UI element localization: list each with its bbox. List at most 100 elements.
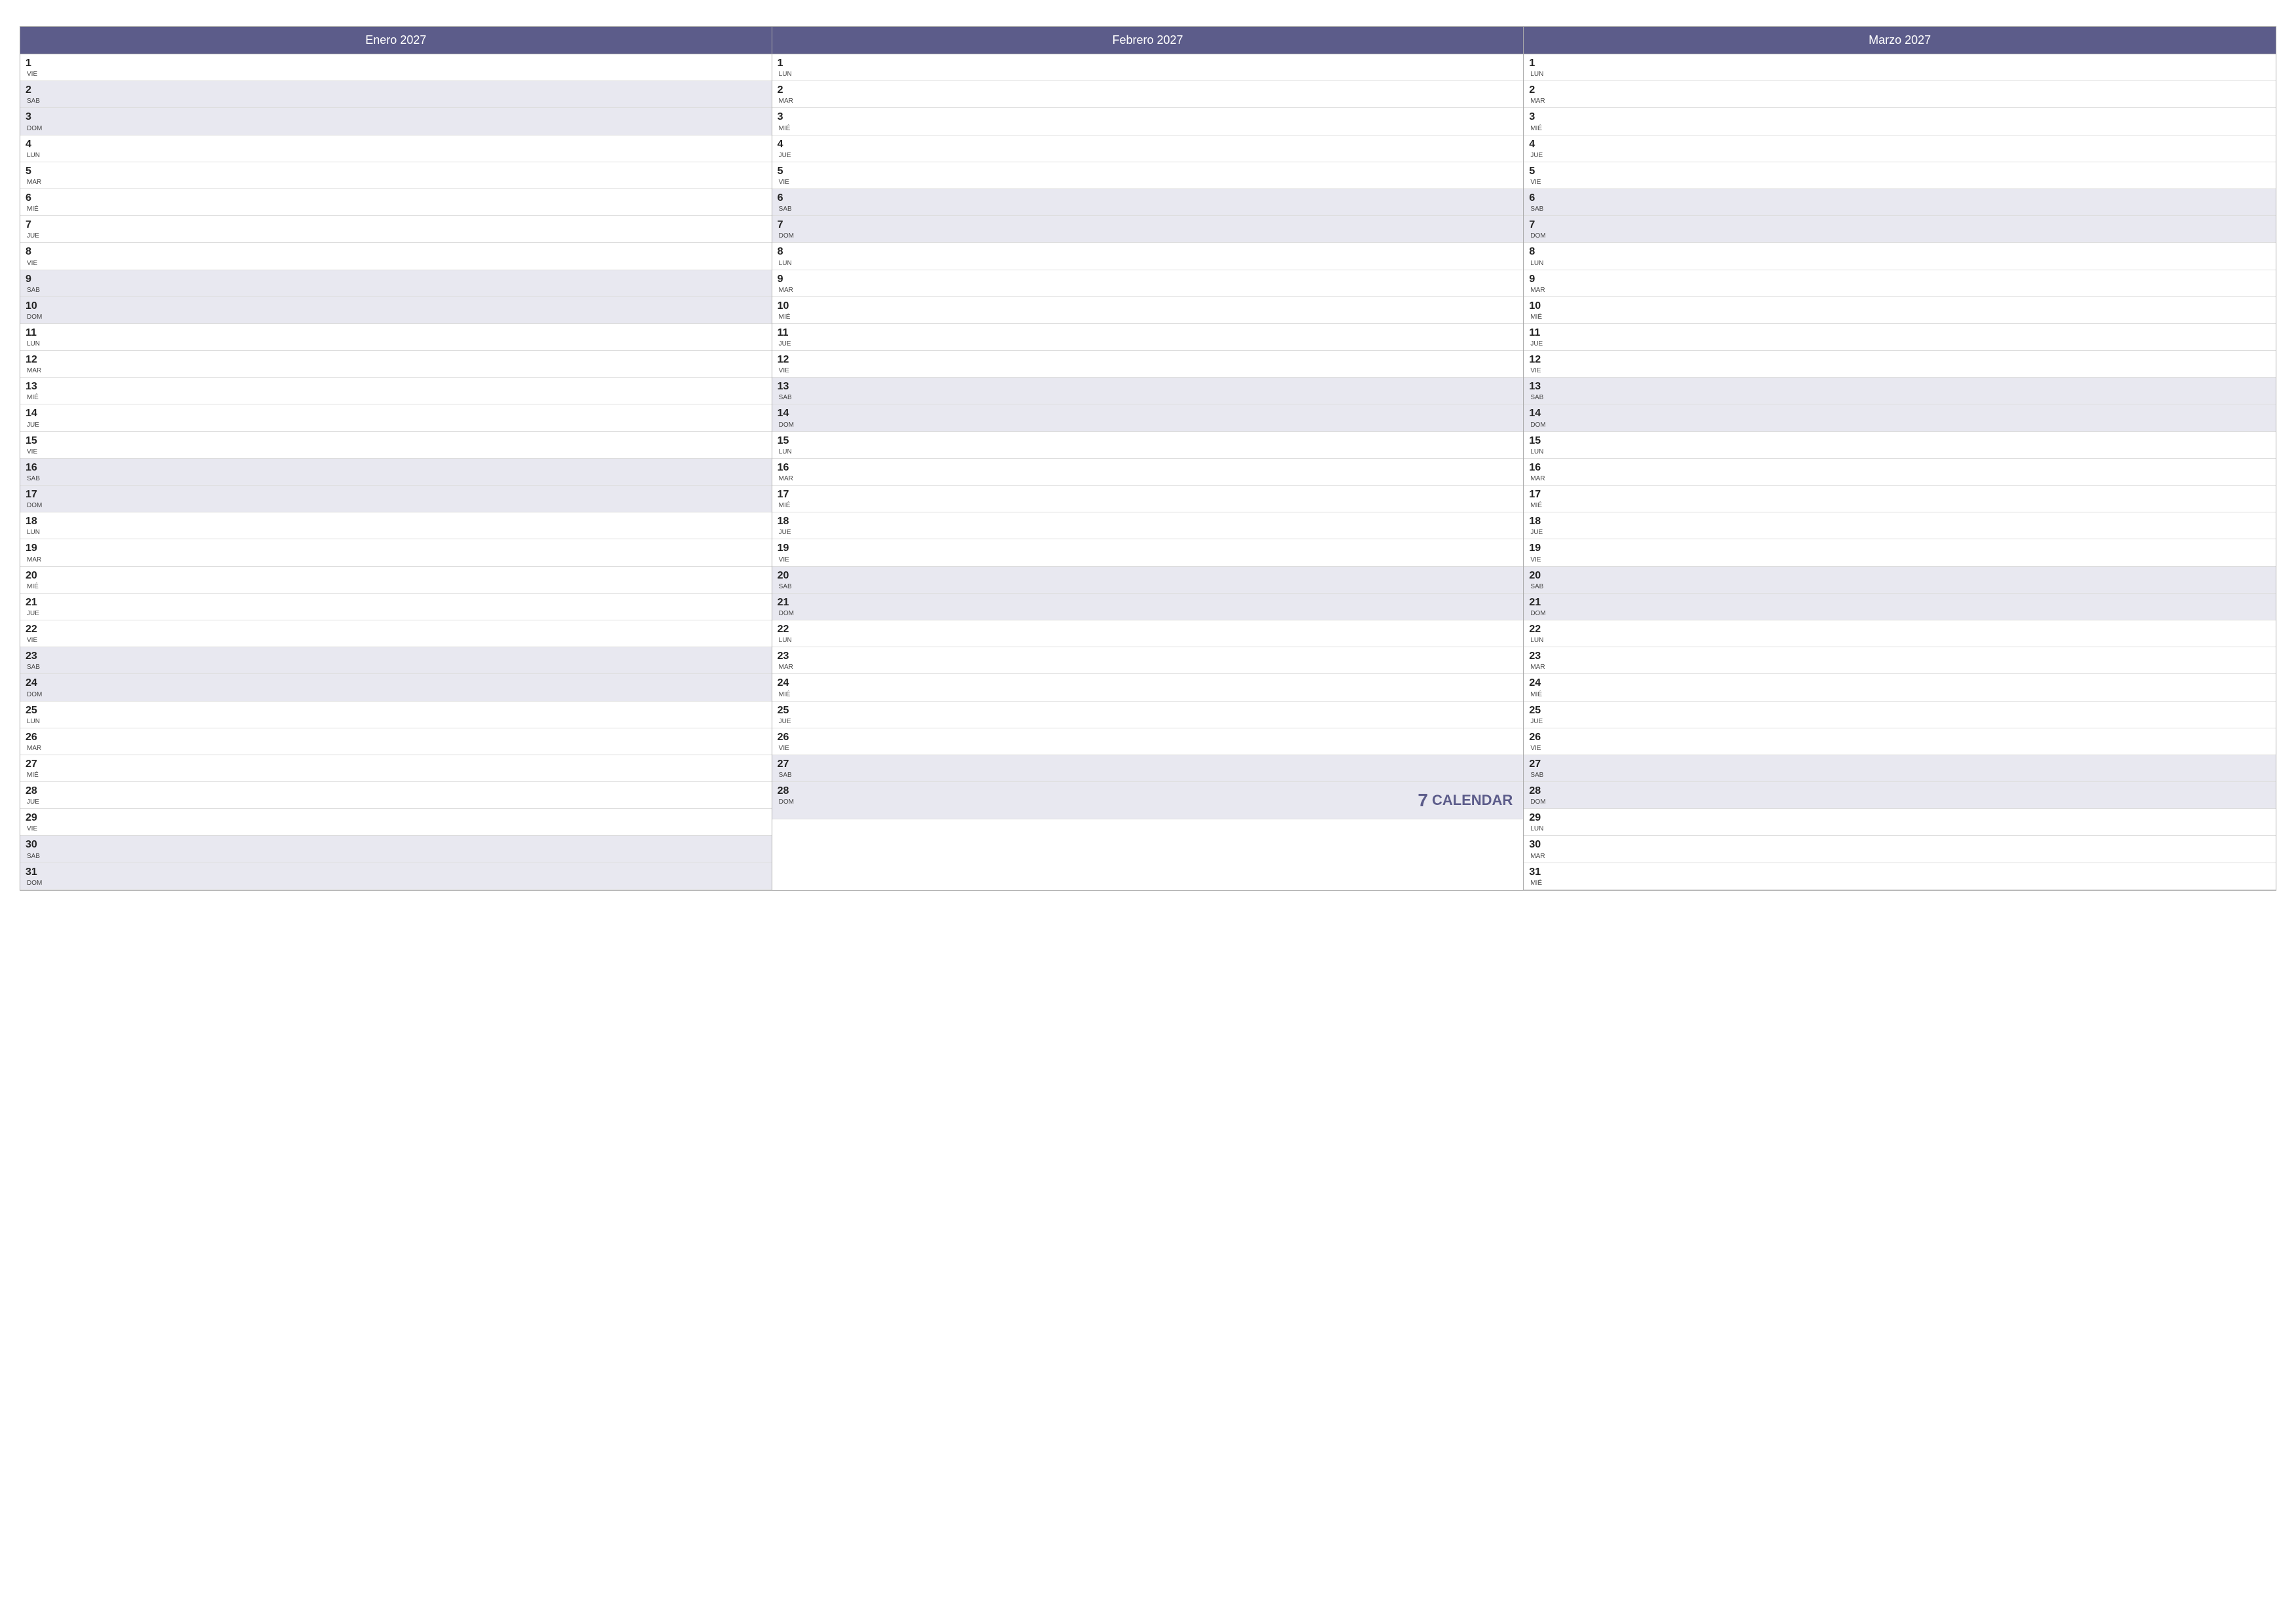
day-name: DOM xyxy=(1530,610,1547,617)
day-row: 7DOM xyxy=(772,216,1524,243)
day-number: 28 xyxy=(778,785,796,797)
day-row: 11JUE xyxy=(1524,324,2276,351)
day-row: 3MIÉ xyxy=(1524,108,2276,135)
day-name: MIÉ xyxy=(27,394,44,401)
day-number: 21 xyxy=(26,596,44,609)
day-info: 20SAB xyxy=(778,569,796,590)
day-info: 8VIE xyxy=(26,245,44,266)
day-number: 7 xyxy=(26,219,44,231)
day-name: LUN xyxy=(1530,260,1547,267)
day-info: 3 DOM xyxy=(26,111,44,132)
day-row: 2SAB xyxy=(20,81,772,108)
day-row: 10MIÉ xyxy=(772,297,1524,324)
day-number: 16 xyxy=(778,461,796,474)
day-row: 25JUE xyxy=(1524,702,2276,728)
day-number: 24 xyxy=(778,677,796,689)
day-info: 28DOM xyxy=(778,785,796,806)
day-row: 24DOM xyxy=(20,674,772,701)
day-row: 2MAR xyxy=(772,81,1524,108)
day-name: MAR xyxy=(779,664,796,671)
day-info: 6MIÉ xyxy=(26,192,44,213)
day-info: 21DOM xyxy=(1529,596,1547,617)
day-info: 3MIÉ xyxy=(1529,111,1547,132)
day-row: 23MAR xyxy=(1524,647,2276,674)
day-name: DOM xyxy=(27,313,44,321)
day-info: 13MIÉ xyxy=(26,380,44,401)
day-row: 3 DOM xyxy=(20,108,772,135)
day-name: MAR xyxy=(1530,475,1547,482)
day-row: 7JUE xyxy=(20,216,772,243)
day-info: 19VIE xyxy=(1529,542,1547,563)
day-number: 19 xyxy=(26,542,44,554)
day-info: 1VIE xyxy=(26,57,44,78)
day-number: 17 xyxy=(26,488,44,501)
day-name: MAR xyxy=(27,179,44,186)
day-info: 5VIE xyxy=(1529,165,1547,186)
day-row: 27SAB xyxy=(1524,755,2276,782)
day-number: 2 xyxy=(1529,84,1547,96)
day-row: 3MIÉ xyxy=(772,108,1524,135)
day-number: 1 xyxy=(26,57,44,69)
day-number: 29 xyxy=(26,812,44,824)
day-row: 21JUE xyxy=(20,594,772,620)
day-name: LUN xyxy=(27,152,44,159)
day-row: 10DOM xyxy=(20,297,772,324)
day-row: 9MAR xyxy=(772,270,1524,297)
day-info: 16SAB xyxy=(26,461,44,482)
day-info: 27MIÉ xyxy=(26,758,44,779)
day-name: SAB xyxy=(1530,205,1547,213)
day-info: 1LUN xyxy=(1529,57,1547,78)
day-name: JUE xyxy=(1530,529,1547,536)
day-info: 2MAR xyxy=(1529,84,1547,105)
day-name: VIE xyxy=(1530,179,1547,186)
day-number: 15 xyxy=(1529,435,1547,447)
day-number: 23 xyxy=(26,650,44,662)
day-row: 20SAB xyxy=(1524,567,2276,594)
day-info: 21DOM xyxy=(778,596,796,617)
day-name: MIÉ xyxy=(779,313,796,321)
day-name: MAR xyxy=(1530,853,1547,860)
day-name: VIE xyxy=(779,179,796,186)
day-info: 14JUE xyxy=(26,407,44,428)
day-number: 8 xyxy=(1529,245,1547,258)
day-name: LUN xyxy=(1530,825,1547,832)
day-info: 5MAR xyxy=(26,165,44,186)
day-row: 30SAB xyxy=(20,836,772,863)
day-row: 1VIE xyxy=(20,54,772,81)
day-row: 14DOM xyxy=(772,404,1524,431)
day-number: 26 xyxy=(26,731,44,743)
day-row: 23SAB xyxy=(20,647,772,674)
day-row: 4JUE xyxy=(772,135,1524,162)
day-row: 16MAR xyxy=(772,459,1524,486)
day-info: 6SAB xyxy=(778,192,796,213)
day-name: MIÉ xyxy=(1530,502,1547,509)
day-info: 20MIÉ xyxy=(26,569,44,590)
day-row: 16SAB xyxy=(20,459,772,486)
day-name: SAB xyxy=(27,287,44,294)
day-info: 31DOM xyxy=(26,866,44,887)
day-info: 9SAB xyxy=(26,273,44,294)
day-row: 25JUE xyxy=(772,702,1524,728)
day-number: 3 xyxy=(26,111,44,123)
day-info: 29LUN xyxy=(1529,812,1547,832)
day-name: DOM xyxy=(779,610,796,617)
day-row: 13SAB xyxy=(1524,378,2276,404)
day-name: VIE xyxy=(779,556,796,563)
day-number: 1 xyxy=(778,57,796,69)
day-name: MIÉ xyxy=(27,772,44,779)
day-row: 23MAR xyxy=(772,647,1524,674)
day-number: 25 xyxy=(26,704,44,717)
day-name: DOM xyxy=(27,125,44,132)
day-number: 21 xyxy=(778,596,796,609)
day-row: 19VIE xyxy=(772,539,1524,566)
day-name: MAR xyxy=(1530,287,1547,294)
day-info: 2SAB xyxy=(26,84,44,105)
day-name: SAB xyxy=(779,205,796,213)
day-number: 15 xyxy=(26,435,44,447)
day-name: JUE xyxy=(27,610,44,617)
day-name: LUN xyxy=(779,637,796,644)
day-info: 23MAR xyxy=(1529,650,1547,671)
day-row: 2MAR xyxy=(1524,81,2276,108)
day-number: 8 xyxy=(778,245,796,258)
day-row: 21DOM xyxy=(772,594,1524,620)
